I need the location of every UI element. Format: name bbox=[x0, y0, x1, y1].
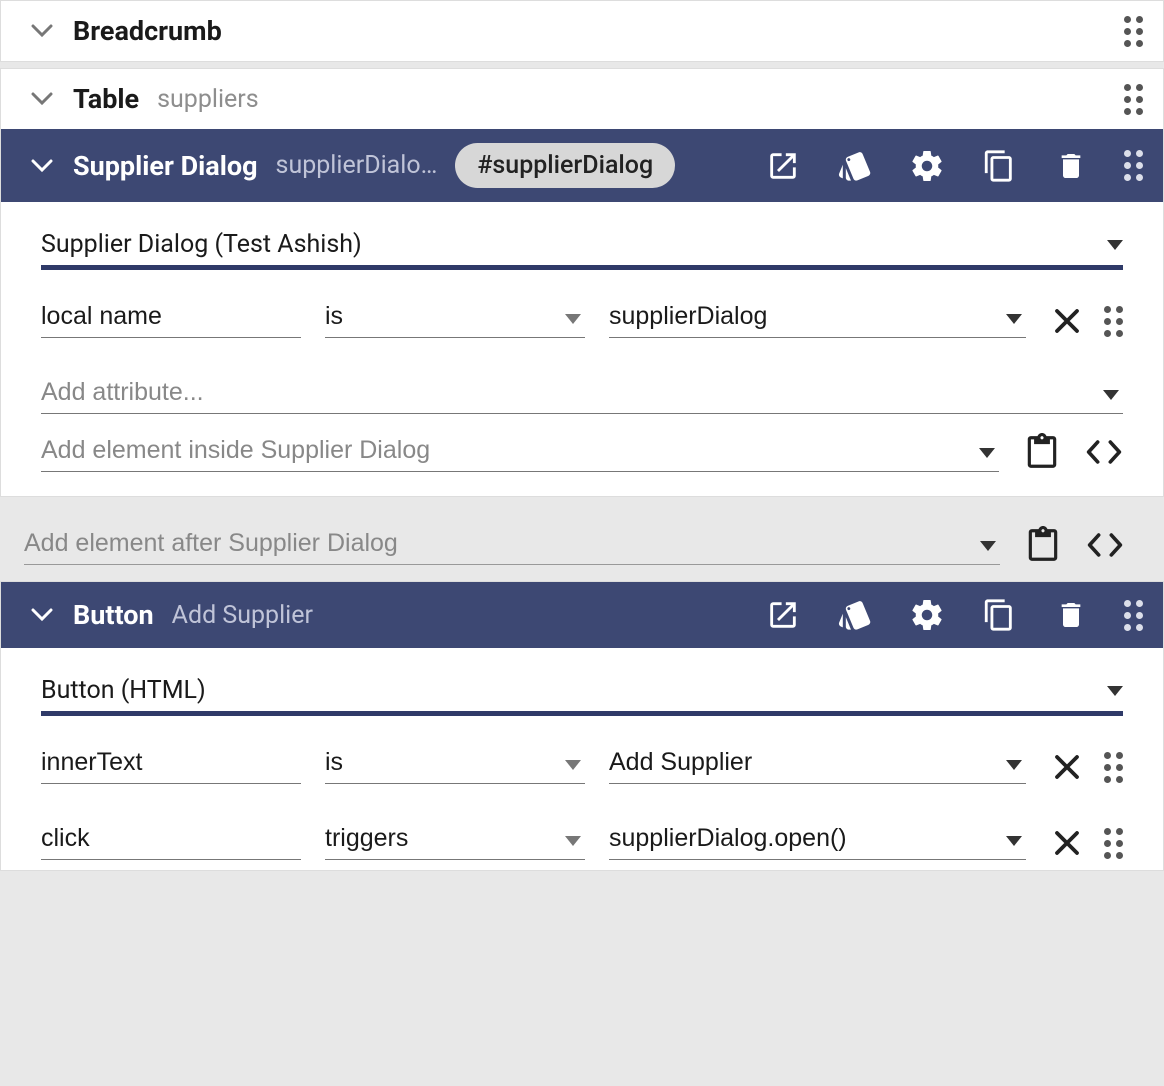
delete-icon[interactable] bbox=[1052, 147, 1090, 185]
attr-value-input[interactable] bbox=[609, 298, 1026, 338]
style-icon[interactable] bbox=[836, 596, 874, 634]
close-icon[interactable] bbox=[1050, 304, 1084, 338]
add-attribute-input[interactable] bbox=[41, 374, 1123, 414]
dropdown-caret-icon bbox=[565, 314, 581, 324]
add-element-after-select[interactable] bbox=[24, 525, 1000, 565]
attr-op-select[interactable] bbox=[325, 820, 585, 860]
chevron-down-icon[interactable] bbox=[29, 86, 55, 112]
drag-handle-icon[interactable] bbox=[1104, 828, 1123, 859]
dropdown-caret-icon bbox=[1107, 686, 1123, 696]
attr-value-input[interactable] bbox=[609, 744, 1026, 784]
attr-value-input[interactable] bbox=[609, 820, 1026, 860]
attr-op-select[interactable] bbox=[325, 298, 585, 338]
dropdown-caret-icon bbox=[1006, 836, 1022, 846]
attribute-row bbox=[41, 820, 1123, 860]
code-icon[interactable] bbox=[1086, 526, 1124, 564]
attribute-row bbox=[41, 298, 1123, 338]
panel-header-table[interactable]: Table suppliers bbox=[1, 69, 1163, 129]
chevron-down-icon[interactable] bbox=[29, 153, 55, 179]
panel-button: Button Add Supplier Button (HTML) bbox=[0, 581, 1164, 871]
panel-toolbar bbox=[764, 596, 1143, 634]
dropdown-caret-icon bbox=[565, 760, 581, 770]
panel-subtitle: Add Supplier bbox=[172, 601, 313, 630]
drag-handle-icon[interactable] bbox=[1104, 752, 1123, 783]
drag-handle-icon[interactable] bbox=[1124, 600, 1143, 631]
panel-header-supplier-dialog[interactable]: Supplier Dialog supplierDialo… #supplier… bbox=[1, 129, 1163, 202]
dropdown-caret-icon bbox=[980, 541, 996, 551]
drag-handle-icon[interactable] bbox=[1104, 306, 1123, 337]
panel-title: Breadcrumb bbox=[73, 15, 222, 47]
add-element-inside-input[interactable] bbox=[41, 432, 999, 472]
dropdown-caret-icon bbox=[979, 448, 995, 458]
close-icon[interactable] bbox=[1050, 750, 1084, 784]
attr-op-input[interactable] bbox=[325, 298, 585, 338]
panel-header-button[interactable]: Button Add Supplier bbox=[1, 582, 1163, 648]
open-in-new-icon[interactable] bbox=[764, 596, 802, 634]
id-chip[interactable]: #supplierDialog bbox=[455, 143, 675, 188]
attr-op-input[interactable] bbox=[325, 744, 585, 784]
copy-icon[interactable] bbox=[980, 147, 1018, 185]
panel-header-breadcrumb[interactable]: Breadcrumb bbox=[1, 1, 1163, 61]
attribute-row bbox=[41, 744, 1123, 784]
panel-breadcrumb: Breadcrumb bbox=[0, 0, 1164, 62]
add-attribute-select[interactable] bbox=[41, 374, 1123, 414]
code-icon[interactable] bbox=[1085, 433, 1123, 471]
delete-icon[interactable] bbox=[1052, 596, 1090, 634]
add-element-after-input[interactable] bbox=[24, 525, 1000, 565]
open-in-new-icon[interactable] bbox=[764, 147, 802, 185]
drag-handle-icon[interactable] bbox=[1124, 16, 1143, 47]
chevron-down-icon[interactable] bbox=[29, 18, 55, 44]
panel-subtitle: suppliers bbox=[157, 85, 259, 114]
gear-icon[interactable] bbox=[908, 596, 946, 634]
paste-icon[interactable] bbox=[1024, 526, 1062, 564]
select-value: Supplier Dialog (Test Ashish) bbox=[41, 230, 362, 259]
panel-table: Table suppliers Supplier Dialog supplier… bbox=[0, 68, 1164, 497]
attr-op-input[interactable] bbox=[325, 820, 585, 860]
component-type-select[interactable]: Supplier Dialog (Test Ashish) bbox=[41, 222, 1123, 270]
chevron-down-icon[interactable] bbox=[29, 602, 55, 628]
attr-value-select[interactable] bbox=[609, 820, 1026, 860]
supplier-dialog-body: Supplier Dialog (Test Ashish) bbox=[1, 202, 1163, 496]
add-element-after-section bbox=[0, 503, 1164, 581]
drag-handle-icon[interactable] bbox=[1124, 84, 1143, 115]
button-body: Button (HTML) bbox=[1, 648, 1163, 870]
paste-icon[interactable] bbox=[1023, 433, 1061, 471]
attr-name-input[interactable] bbox=[41, 820, 301, 860]
gear-icon[interactable] bbox=[908, 147, 946, 185]
close-icon[interactable] bbox=[1050, 826, 1084, 860]
panel-subtitle: supplierDialo… bbox=[276, 151, 438, 180]
add-attribute-row bbox=[41, 374, 1123, 414]
drag-handle-icon[interactable] bbox=[1124, 150, 1143, 181]
panel-toolbar bbox=[764, 147, 1143, 185]
attr-value-select[interactable] bbox=[609, 744, 1026, 784]
dropdown-caret-icon bbox=[1006, 760, 1022, 770]
attr-op-select[interactable] bbox=[325, 744, 585, 784]
add-element-after-row bbox=[24, 525, 1124, 565]
attr-value-select[interactable] bbox=[609, 298, 1026, 338]
dropdown-caret-icon bbox=[1107, 240, 1123, 250]
select-value: Button (HTML) bbox=[41, 676, 206, 705]
dropdown-caret-icon bbox=[1006, 314, 1022, 324]
copy-icon[interactable] bbox=[980, 596, 1018, 634]
style-icon[interactable] bbox=[836, 147, 874, 185]
panel-title: Table bbox=[73, 83, 139, 115]
add-element-inside-select[interactable] bbox=[41, 432, 999, 472]
component-type-select[interactable]: Button (HTML) bbox=[41, 668, 1123, 716]
dropdown-caret-icon bbox=[565, 836, 581, 846]
panel-title: Supplier Dialog bbox=[73, 150, 258, 182]
attr-name-input[interactable] bbox=[41, 298, 301, 338]
attr-name-input[interactable] bbox=[41, 744, 301, 784]
dropdown-caret-icon bbox=[1103, 390, 1119, 400]
panel-title: Button bbox=[73, 599, 154, 631]
add-element-inside-row bbox=[41, 432, 1123, 472]
